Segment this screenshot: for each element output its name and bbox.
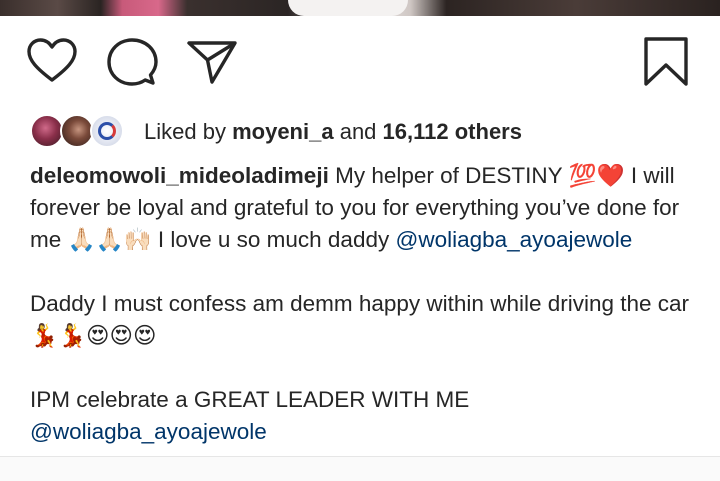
post-caption: deleomowoli_mideoladimeji My helper of D… (30, 160, 702, 448)
liked-by-prefix: Liked by (144, 119, 226, 144)
liked-by-joiner: and (339, 119, 377, 144)
caption-paragraph: deleomowoli_mideoladimeji My helper of D… (30, 160, 702, 256)
comment-bubble-icon[interactable] (106, 36, 158, 88)
avatar[interactable] (30, 114, 64, 148)
post-photo-bottom-edge (0, 0, 720, 16)
save-bookmark-icon[interactable] (640, 36, 692, 88)
caption-text: IPM celebrate a GREAT LEADER WITH ME (30, 387, 470, 412)
post-action-bar (26, 36, 692, 86)
photo-detail (288, 0, 408, 16)
liked-by-text: Liked by moyeni_a and 16,112 others (144, 119, 522, 145)
caption-username[interactable]: deleomowoli_mideoladimeji (30, 163, 329, 188)
like-heart-icon[interactable] (26, 36, 78, 88)
caption-text: I love u so much daddy (157, 227, 390, 252)
mention-link[interactable]: @woliagba_ayoajewole (30, 419, 267, 444)
liked-by-others-count[interactable]: 16,112 others (383, 119, 522, 144)
avatar[interactable] (60, 114, 94, 148)
caption-paragraph: Daddy I must confess am demm happy withi… (30, 288, 702, 352)
caption-emoji: 💯❤️ (568, 163, 625, 189)
mention-link[interactable]: @woliagba_ayoajewole (396, 227, 633, 252)
liked-by-avatars[interactable] (30, 112, 130, 152)
share-paper-plane-icon[interactable] (186, 36, 238, 88)
avatar[interactable] (90, 114, 124, 148)
caption-paragraph: IPM celebrate a GREAT LEADER WITH ME @wo… (30, 384, 702, 448)
caption-text: My helper of DESTINY (335, 163, 563, 188)
caption-emoji: 💃💃😍😍😍 (30, 323, 157, 349)
liked-by-username[interactable]: moyeni_a (232, 119, 334, 144)
caption-text: Daddy I must confess am demm happy withi… (30, 291, 690, 316)
liked-by-row: Liked by moyeni_a and 16,112 others (30, 112, 522, 152)
caption-emoji: 🙏🏻🙏🏻🙌🏻 (67, 227, 152, 253)
bottom-navigation-edge (0, 456, 720, 481)
